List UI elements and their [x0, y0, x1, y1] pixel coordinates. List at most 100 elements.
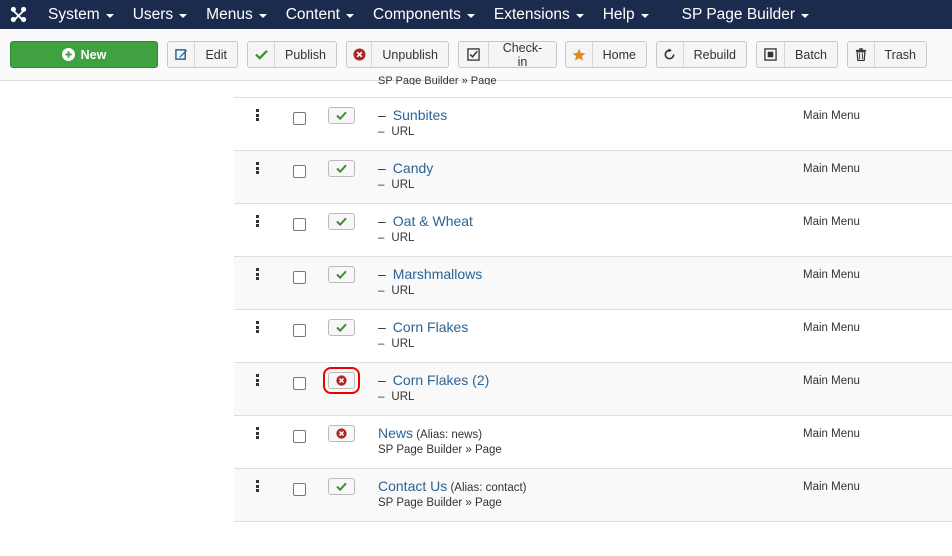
caret-down-icon [179, 13, 188, 18]
level-dash: – [378, 338, 385, 350]
item-type: URL [391, 338, 415, 350]
nav-content[interactable]: Content [275, 0, 362, 29]
nav-users[interactable]: Users [122, 0, 195, 29]
published-toggle-button[interactable] [328, 478, 355, 495]
publish-button-label: Publish [285, 47, 326, 62]
star-icon [566, 42, 593, 67]
unpublished-toggle-button[interactable] [328, 425, 355, 442]
drag-handle-icon[interactable] [256, 321, 260, 333]
published-toggle-button[interactable] [328, 160, 355, 177]
nav-components-label: Components [373, 5, 461, 23]
row-checkbox[interactable] [293, 377, 306, 390]
batch-square-icon [757, 42, 786, 67]
row-checkbox[interactable] [293, 271, 306, 284]
table-row: – Corn Flakes – URL Main Menu [234, 309, 952, 362]
caret-down-icon [801, 13, 810, 18]
item-type: SP Page Builder » Page [378, 497, 502, 509]
item-type: URL [391, 179, 415, 191]
item-title-link[interactable]: Oat & Wheat [393, 213, 473, 229]
menu-name: Main Menu [803, 163, 860, 175]
item-type-line: – URL [378, 338, 414, 350]
level-dash: – [378, 285, 385, 297]
item-title-link[interactable]: Contact Us [378, 478, 447, 494]
nav-components[interactable]: Components [362, 0, 483, 29]
check-icon [248, 42, 275, 67]
item-title-link[interactable]: News [378, 425, 413, 441]
level-dash: – [378, 126, 385, 138]
nav-content-label: Content [285, 5, 340, 23]
refresh-icon [657, 42, 684, 67]
nav-help[interactable]: Help [592, 0, 671, 29]
rebuild-button-label: Rebuild [693, 47, 736, 62]
edit-button-label: Edit [205, 47, 227, 62]
plus-circle-icon [61, 42, 75, 67]
nav-menus[interactable]: Menus [195, 0, 275, 29]
caret-down-icon [575, 13, 584, 18]
edit-button[interactable]: Edit [167, 41, 238, 68]
item-type: URL [391, 285, 415, 297]
checkin-button[interactable]: Check-in [458, 41, 557, 69]
table-row: – Candy – URL Main Menu [234, 150, 952, 203]
menu-name: Main Menu [803, 110, 860, 122]
table-row: – Corn Flakes (2) – URL Main Menu [234, 362, 952, 415]
trash-button[interactable]: Trash [847, 41, 927, 68]
publish-button[interactable]: Publish [247, 41, 337, 68]
item-title-link[interactable]: Marshmallows [393, 266, 482, 282]
level-dash: – [378, 107, 386, 123]
home-button-label: Home [602, 47, 636, 62]
joomla-logo-icon[interactable] [0, 0, 37, 29]
home-button[interactable]: Home [565, 41, 647, 68]
drag-handle-icon[interactable] [256, 268, 260, 280]
level-dash: – [378, 266, 386, 282]
item-title-link[interactable]: Corn Flakes [393, 319, 468, 335]
drag-handle-icon[interactable] [256, 215, 260, 227]
unpublished-toggle-button[interactable] [323, 367, 360, 394]
drag-handle-icon[interactable] [256, 480, 260, 492]
batch-button[interactable]: Batch [756, 41, 838, 68]
row-checkbox[interactable] [293, 218, 306, 231]
item-type-line: SP Page Builder » Page [378, 497, 502, 509]
published-toggle-button[interactable] [328, 319, 355, 336]
item-title-line: – Sunbites [378, 107, 447, 123]
published-toggle-button[interactable] [328, 213, 355, 230]
nav-sp-page-builder[interactable]: SP Page Builder [671, 0, 817, 29]
item-type-line: – URL [378, 391, 414, 403]
table-row: – Oat & Wheat – URL Main Menu [234, 203, 952, 256]
item-title-line: – Marshmallows [378, 266, 482, 282]
item-title-line: – Candy [378, 160, 433, 176]
drag-handle-icon[interactable] [256, 109, 260, 121]
nav-help-label: Help [602, 5, 635, 23]
trash-icon [848, 42, 875, 67]
published-toggle-button[interactable] [328, 266, 355, 283]
drag-handle-icon[interactable] [256, 374, 260, 386]
row-checkbox[interactable] [293, 324, 306, 337]
caret-down-icon [258, 13, 267, 18]
new-button[interactable]: New [10, 41, 158, 68]
item-title-link[interactable]: Candy [393, 160, 433, 176]
nav-extensions[interactable]: Extensions [483, 0, 592, 29]
level-dash: – [378, 160, 386, 176]
level-dash: – [378, 179, 385, 191]
row-checkbox[interactable] [293, 430, 306, 443]
item-type: URL [391, 232, 415, 244]
caret-down-icon [105, 13, 114, 18]
caret-down-icon [466, 13, 475, 18]
unpublish-button[interactable]: Unpublish [346, 41, 449, 68]
nav-system[interactable]: System [37, 0, 122, 29]
item-title-link[interactable]: Sunbites [393, 107, 447, 123]
drag-handle-icon[interactable] [256, 162, 260, 174]
item-type-line: – URL [378, 232, 414, 244]
row-checkbox[interactable] [293, 165, 306, 178]
drag-handle-icon[interactable] [256, 427, 260, 439]
unpublish-button-label: Unpublish [382, 47, 438, 62]
item-title-line: – Corn Flakes [378, 319, 468, 335]
row-checkbox[interactable] [293, 112, 306, 125]
item-title-link[interactable]: Corn Flakes (2) [393, 372, 489, 388]
level-dash: – [378, 391, 385, 403]
row-checkbox[interactable] [293, 483, 306, 496]
new-button-label: New [80, 47, 107, 62]
published-toggle-button[interactable] [328, 107, 355, 124]
item-title-line: – Oat & Wheat [378, 213, 473, 229]
item-alias: (Alias: news) [413, 429, 483, 441]
rebuild-button[interactable]: Rebuild [656, 41, 747, 68]
